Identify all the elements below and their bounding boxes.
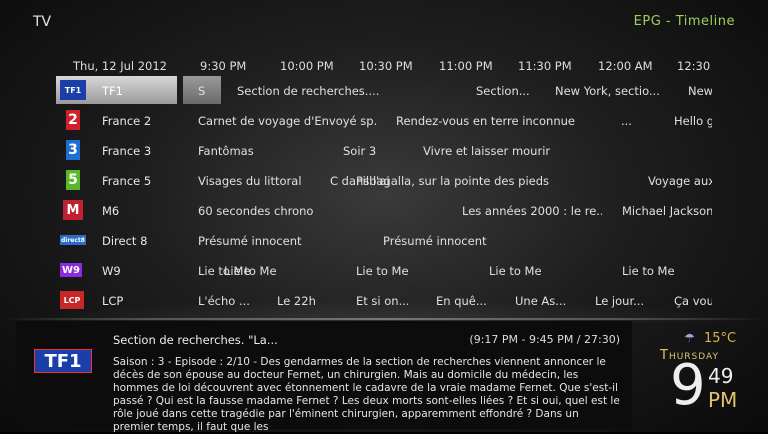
program-cell[interactable]: New York, sectio... — [555, 84, 675, 98]
program-cell[interactable]: ... — [621, 114, 651, 128]
clock-hour: 9 — [670, 353, 706, 418]
program-cell[interactable]: Voyage aux — [648, 174, 712, 188]
time-slot: 11:30 PM — [518, 59, 572, 73]
program-cell[interactable]: Lie to Me — [489, 264, 549, 278]
channel-name: W9 — [102, 264, 121, 278]
program-cell[interactable]: New — [688, 84, 712, 98]
tf1-logo-icon: TF1 — [60, 80, 86, 100]
program-cell[interactable]: Section... — [476, 84, 536, 98]
section-title: TV — [33, 14, 52, 30]
channel-item-france2[interactable]: 2 France 2 — [56, 106, 177, 134]
program-cell[interactable]: Pilbagalla, sur la pointe des pieds — [356, 174, 556, 188]
program-cell[interactable]: Les années 2000 : le re... — [462, 204, 602, 218]
program-cell[interactable]: Lie to Me — [356, 264, 416, 278]
program-cell[interactable]: S — [198, 84, 218, 98]
time-slot: 12:30 A — [677, 59, 713, 73]
channel-name: France 3 — [102, 144, 152, 158]
channel-row: 2 France 2 Carnet de voyage d'Envoyé sp.… — [56, 106, 712, 136]
epg-screen: TV EPG - Timeline Thu, 12 Jul 2012 9:30 … — [0, 0, 768, 433]
channel-row: 3 France 3 Fantômas Soir 3 Vivre et lais… — [56, 136, 712, 166]
timeline-date: Thu, 12 Jul 2012 — [73, 59, 167, 73]
channel-item-france5[interactable]: 5 France 5 — [56, 166, 177, 194]
channel-item-france3[interactable]: 3 France 3 — [56, 136, 177, 164]
program-cell[interactable]: Section de recherches.... — [237, 84, 457, 98]
channel-item-m6[interactable]: M M6 — [56, 196, 177, 224]
france2-logo-icon: 2 — [66, 110, 80, 130]
channel-name: France 5 — [102, 174, 152, 188]
channel-row: TF1 TF1 S Section de recherches.... Sect… — [56, 76, 712, 106]
program-cell[interactable]: Rendez-vous en terre inconnue — [396, 114, 596, 128]
program-cell[interactable]: Soir 3 — [343, 144, 403, 158]
direct8-logo-icon: direct8 — [60, 235, 86, 245]
program-cell[interactable]: Présumé innocent — [198, 234, 358, 248]
w9-logo-icon: W9 — [60, 263, 82, 277]
time-slot: 9:30 PM — [200, 59, 247, 73]
program-cell[interactable]: Lie to Me — [622, 264, 682, 278]
channel-item-direct8[interactable]: direct8 Direct 8 — [56, 226, 177, 254]
france5-logo-icon: 5 — [66, 170, 80, 190]
program-info-panel: TF1 Section de recherches. "La... (9:17 … — [16, 321, 632, 433]
channel-name: TF1 — [102, 84, 123, 98]
clock-widget: ☂ 15°C Thursday 9 49 PM — [640, 328, 760, 428]
program-time: (9:17 PM - 9:45 PM / 27:30) — [469, 333, 620, 346]
channel-name: Direct 8 — [102, 234, 148, 248]
program-cell[interactable]: Hello g — [674, 114, 712, 128]
epg-grid: TF1 TF1 S Section de recherches.... Sect… — [56, 76, 712, 316]
program-title: Section de recherches. "La... — [113, 333, 278, 347]
program-cell[interactable]: Visages du littoral — [198, 174, 318, 188]
channel-row: direct8 Direct 8 Présumé innocent Présum… — [56, 226, 712, 256]
time-slot: 10:30 PM — [359, 59, 413, 73]
cloud-rain-icon: ☂ — [684, 331, 695, 345]
channel-row: 5 France 5 Visages du littoral C dans l'… — [56, 166, 712, 196]
clock-minute: 49 — [708, 364, 734, 388]
program-cell[interactable]: Carnet de voyage d'Envoyé sp... — [198, 114, 378, 128]
france3-logo-icon: 3 — [66, 140, 80, 160]
program-cell[interactable]: Fantômas — [198, 144, 318, 158]
channel-row: W9 W9 Lie to Me Lie to Me Lie to Me Lie … — [56, 256, 712, 286]
channel-item-w9[interactable]: W9 W9 — [56, 256, 177, 284]
clock-ampm: PM — [708, 388, 738, 412]
window-title: EPG - Timeline — [633, 14, 735, 29]
program-description: Saison : 3 - Episode : 2/10 - Des gendar… — [113, 356, 620, 433]
time-slot: 10:00 PM — [280, 59, 334, 73]
time-slot: 12:00 AM — [598, 59, 653, 73]
channel-item-tf1[interactable]: TF1 TF1 — [56, 76, 177, 104]
time-slot: 11:00 PM — [439, 59, 493, 73]
program-cell[interactable]: Présumé innocent — [383, 234, 543, 248]
program-cell[interactable]: Michael Jackson, — [622, 204, 712, 218]
channel-name: France 2 — [102, 114, 152, 128]
program-cell[interactable]: Lie to Me — [224, 264, 284, 278]
program-cell[interactable]: Vivre et laisser mourir — [423, 144, 603, 158]
m6-logo-icon: M — [63, 200, 83, 220]
tf1-logo-icon: TF1 — [34, 349, 92, 373]
channel-name: M6 — [102, 204, 120, 218]
temperature: 15°C — [704, 331, 737, 346]
channel-row: M M6 60 secondes chrono Les années 2000 … — [56, 196, 712, 226]
divider — [0, 318, 768, 320]
program-cell[interactable]: 60 secondes chrono — [198, 204, 328, 218]
